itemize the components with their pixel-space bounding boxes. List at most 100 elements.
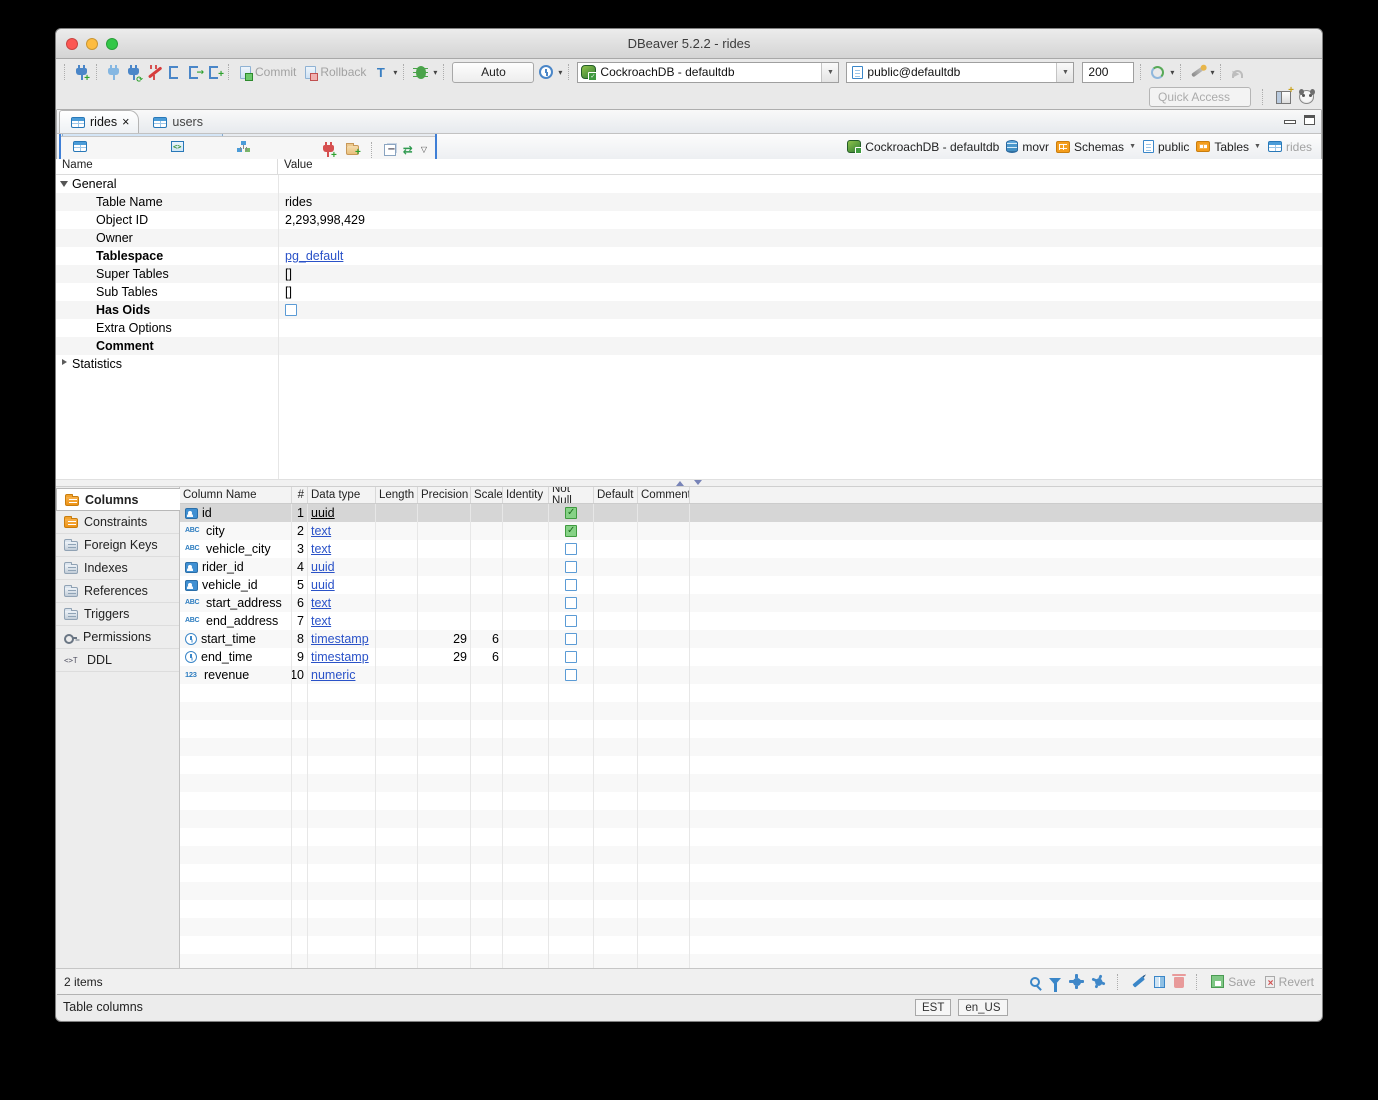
column-row[interactable]: vehicle_id5uuid: [180, 576, 1322, 594]
property-row[interactable]: Object ID2,293,998,429: [56, 211, 1322, 229]
property-value[interactable]: [278, 175, 1322, 193]
edit-pencil-icon[interactable]: [1133, 976, 1145, 987]
not-null-checkbox[interactable]: [565, 615, 577, 627]
property-row[interactable]: Extra Options: [56, 319, 1322, 337]
detail-tab-constraints[interactable]: Constraints: [56, 511, 179, 534]
commit-mode-button[interactable]: Auto: [452, 62, 534, 83]
property-value[interactable]: []: [278, 265, 1322, 283]
disconnect-button[interactable]: [145, 64, 162, 81]
column-row[interactable]: end_time9timestamp296: [180, 648, 1322, 666]
dbeaver-perspective-icon[interactable]: [1299, 90, 1314, 104]
column-row[interactable]: start_address6text: [180, 594, 1322, 612]
column-row[interactable]: start_time8timestamp296: [180, 630, 1322, 648]
property-row[interactable]: Tablespacepg_default: [56, 247, 1322, 265]
refresh-button[interactable]: [1149, 64, 1166, 81]
timezone-indicator[interactable]: EST: [915, 999, 951, 1016]
editor-tab-rides[interactable]: rides ×: [59, 110, 139, 133]
property-value[interactable]: 2,293,998,429: [278, 211, 1322, 229]
data-type-link[interactable]: text: [311, 614, 331, 628]
settings-gear-icon[interactable]: [1070, 975, 1083, 988]
connection-combo-arrow-icon[interactable]: ▼: [821, 63, 838, 82]
column-header[interactable]: Length: [376, 487, 418, 503]
tablespace-link[interactable]: pg_default: [285, 249, 343, 263]
commit-button[interactable]: Commit: [237, 61, 299, 83]
not-null-checkbox[interactable]: [565, 561, 577, 573]
open-perspective-icon[interactable]: [1276, 91, 1291, 104]
data-type-link[interactable]: timestamp: [311, 650, 369, 664]
properties-col-value[interactable]: Value: [278, 159, 313, 174]
sql-editor-button[interactable]: [165, 64, 182, 81]
connection-combo[interactable]: CockroachDB - defaultdb ▼: [577, 62, 839, 83]
rollback-button[interactable]: Rollback: [302, 61, 369, 83]
breadcrumb-item[interactable]: public: [1141, 140, 1189, 154]
quick-access-input[interactable]: Quick Access: [1149, 87, 1251, 107]
open-sql-editor-button[interactable]: [185, 64, 202, 81]
column-row[interactable]: city2text: [180, 522, 1322, 540]
not-null-checkbox[interactable]: [565, 633, 577, 645]
view-menu-icon[interactable]: ▽: [421, 145, 427, 154]
column-header[interactable]: Column Name: [180, 487, 292, 503]
breadcrumb-item[interactable]: movr: [1004, 140, 1049, 154]
splitter-sash[interactable]: [56, 479, 1322, 487]
not-null-checkbox[interactable]: [565, 597, 577, 609]
property-row[interactable]: Sub Tables[]: [56, 283, 1322, 301]
debug-dropdown-icon[interactable]: ▾: [433, 68, 437, 77]
new-sql-editor-button[interactable]: [205, 64, 222, 81]
new-folder-button[interactable]: +: [344, 141, 361, 158]
reconnect-button[interactable]: ⟳: [125, 64, 142, 81]
column-row[interactable]: id1uuid: [180, 504, 1322, 522]
not-null-checkbox[interactable]: [565, 669, 577, 681]
column-row[interactable]: revenue10numeric: [180, 666, 1322, 684]
refresh-dropdown-icon[interactable]: ▾: [1170, 68, 1174, 77]
minimize-pane-icon[interactable]: [1284, 120, 1296, 124]
property-value[interactable]: [278, 337, 1322, 355]
compare-button[interactable]: [1189, 64, 1206, 81]
property-row[interactable]: Super Tables[]: [56, 265, 1322, 283]
editor-tab-users[interactable]: users: [141, 110, 213, 133]
not-null-checkbox[interactable]: [565, 543, 577, 555]
property-value[interactable]: [278, 319, 1322, 337]
property-value[interactable]: [278, 355, 1322, 373]
data-type-link[interactable]: text: [311, 596, 331, 610]
zoom-window-button[interactable]: [106, 38, 118, 50]
fetch-size-input[interactable]: [1082, 62, 1134, 83]
data-type-link[interactable]: uuid: [311, 560, 335, 574]
revert-button[interactable]: Revert: [1265, 975, 1314, 989]
not-null-checkbox[interactable]: [565, 507, 577, 519]
link-with-editor-icon[interactable]: ⇄: [403, 144, 413, 156]
has-oids-checkbox[interactable]: [285, 304, 297, 316]
detail-tab-foreign-keys[interactable]: Foreign Keys: [56, 534, 179, 557]
property-row[interactable]: Owner: [56, 229, 1322, 247]
property-value[interactable]: [278, 301, 1322, 319]
data-type-link[interactable]: text: [311, 542, 331, 556]
property-value[interactable]: []: [278, 283, 1322, 301]
property-row[interactable]: Statistics: [56, 355, 1322, 373]
column-header[interactable]: #: [292, 487, 308, 503]
transaction-dropdown-icon[interactable]: ▾: [393, 68, 397, 77]
connect-button[interactable]: [105, 64, 122, 81]
breadcrumb-item[interactable]: Schemas▼: [1054, 140, 1136, 154]
detail-tab-references[interactable]: References: [56, 580, 179, 603]
detail-tab-permissions[interactable]: Permissions: [56, 626, 179, 649]
compare-dropdown-icon[interactable]: ▾: [1210, 68, 1214, 77]
debug-button[interactable]: [412, 64, 429, 81]
not-null-checkbox[interactable]: [565, 579, 577, 591]
data-type-link[interactable]: uuid: [311, 506, 335, 520]
collapse-all-icon[interactable]: [384, 144, 396, 156]
new-connection-tool-button[interactable]: +: [320, 141, 337, 158]
new-connection-button[interactable]: +: [73, 64, 90, 81]
search-icon[interactable]: [1030, 977, 1040, 987]
column-header[interactable]: Identity: [503, 487, 549, 503]
column-row[interactable]: vehicle_city3text: [180, 540, 1322, 558]
chevron-down-icon[interactable]: ▼: [1129, 143, 1136, 150]
not-null-checkbox[interactable]: [565, 651, 577, 663]
schema-combo[interactable]: public@defaultdb ▼: [846, 62, 1074, 83]
breadcrumb-item[interactable]: Tables▼: [1194, 140, 1261, 154]
data-type-link[interactable]: timestamp: [311, 632, 369, 646]
column-row[interactable]: end_address7text: [180, 612, 1322, 630]
sash-up-arrow-icon[interactable]: [676, 477, 684, 486]
transaction-log-button[interactable]: [537, 64, 554, 81]
not-null-checkbox[interactable]: [565, 525, 577, 537]
property-row[interactable]: Comment: [56, 337, 1322, 355]
config-gear-icon[interactable]: [1091, 974, 1107, 990]
